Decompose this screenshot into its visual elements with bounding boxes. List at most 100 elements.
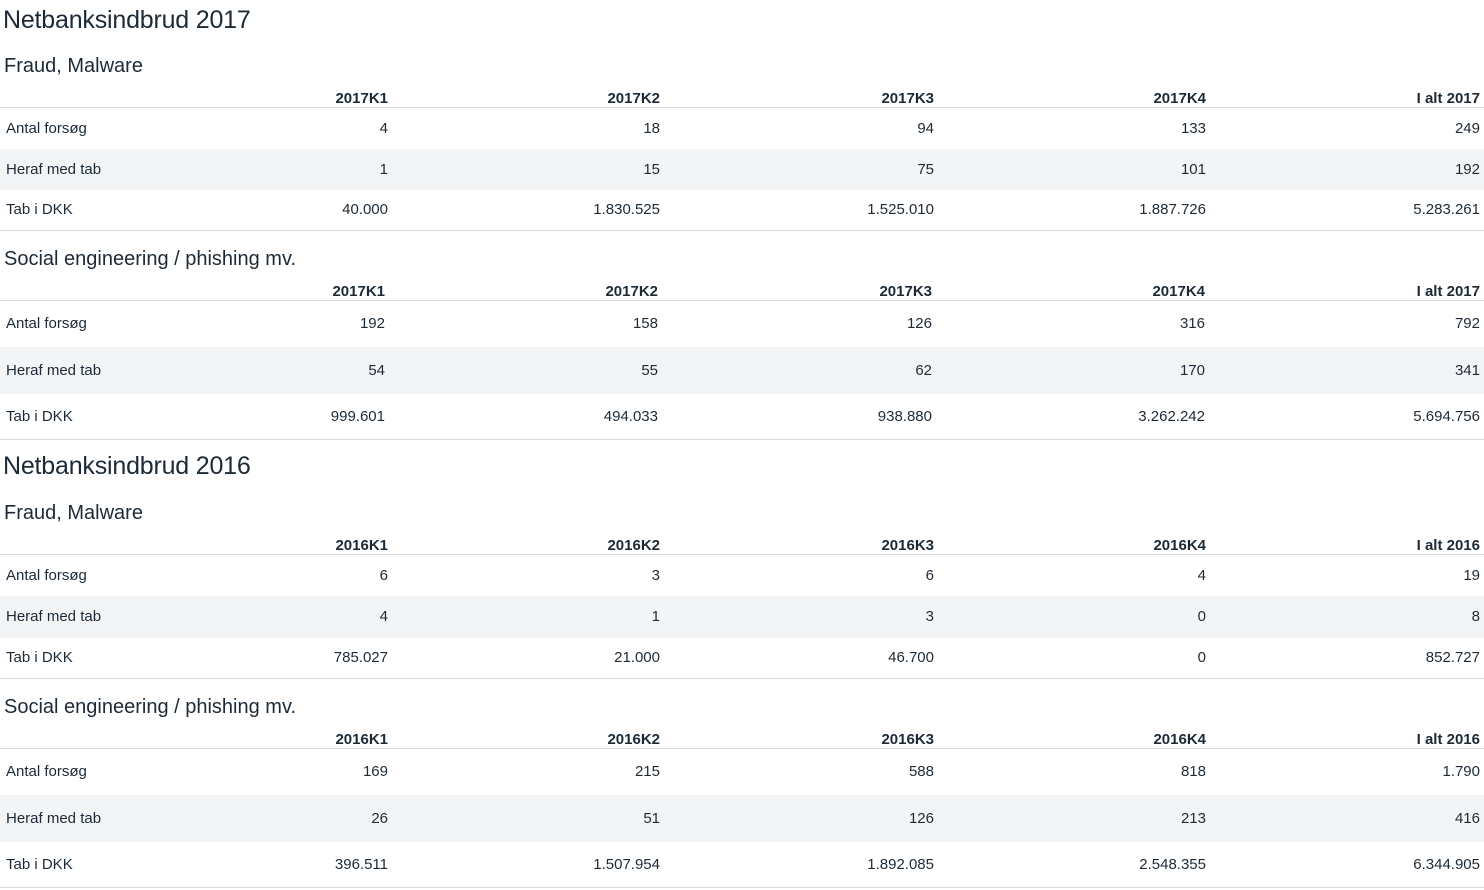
header-corner	[0, 728, 120, 749]
column-header: 2016K1	[120, 728, 392, 749]
table-cell: 213	[938, 794, 1210, 842]
table-cell: 416	[1210, 794, 1484, 842]
table-cell: 999.601	[120, 393, 389, 440]
column-header: I alt 2017	[1210, 87, 1484, 108]
column-header: 2017K3	[662, 280, 936, 301]
row-label: Tab i DKK	[0, 189, 120, 231]
table-cell: 94	[917, 119, 934, 137]
table-cell: 396.511	[120, 841, 392, 888]
table-cell: 3.262.242	[936, 393, 1209, 440]
table-cell: 249	[1454, 119, 1480, 137]
column-header: 2017K4	[936, 280, 1209, 301]
table-cell: 1.507.954	[392, 841, 664, 888]
table-cell: 126	[664, 794, 938, 842]
table-cell: 2.548.355	[938, 841, 1210, 888]
table-cell: 0	[938, 637, 1210, 679]
table-cell: 785.027	[120, 637, 392, 679]
table-cell: 170	[936, 346, 1209, 394]
table-cell: 158	[632, 315, 658, 333]
table-title-social-2016: Social engineering / phishing mv.	[4, 696, 297, 718]
table-header-row: 2017K1 2017K2 2017K3 2017K4 I alt 2017	[0, 87, 1484, 108]
table-cell: 1.790	[1442, 763, 1480, 781]
row-label: Antal forsøg	[6, 763, 87, 781]
table-cell: 3	[651, 566, 660, 584]
header-corner	[0, 280, 120, 301]
table-cell: 62	[662, 346, 936, 394]
column-header: 2016K2	[392, 728, 664, 749]
row-label: Heraf med tab	[0, 794, 120, 842]
table-cell: 101	[938, 148, 1210, 190]
table-cell: 55	[389, 346, 662, 394]
table-cell: 792	[1454, 315, 1480, 333]
column-header: 2017K1	[120, 87, 392, 108]
table-header-row: 2016K1 2016K2 2016K3 2016K4 I alt 2016	[0, 728, 1484, 749]
table-cell: 938.880	[662, 393, 936, 440]
column-header: I alt 2016	[1210, 728, 1484, 749]
table-fraud-2017: 2017K1 2017K2 2017K3 2017K4 I alt 2017 A…	[0, 87, 1484, 231]
header-corner	[0, 87, 120, 108]
table-cell: 5.694.756	[1209, 393, 1484, 440]
column-header: 2016K4	[938, 728, 1210, 749]
table-cell: 40.000	[120, 189, 392, 231]
table-row: Tab i DKK 40.000 1.830.525 1.525.010 1.8…	[0, 189, 1484, 231]
table-cell: 5.283.261	[1210, 189, 1484, 231]
column-header: 2017K3	[664, 87, 938, 108]
table-social-2017: 2017K1 2017K2 2017K3 2017K4 I alt 2017 A…	[0, 280, 1484, 440]
table-cell: 133	[1180, 119, 1206, 137]
row-label: Tab i DKK	[0, 637, 120, 679]
table-cell: 6	[379, 566, 388, 584]
column-header: I alt 2017	[1209, 280, 1484, 301]
table-row: Tab i DKK 396.511 1.507.954 1.892.085 2.…	[0, 841, 1484, 888]
table-row: Antal forsøg 4 18 94 133 249	[0, 108, 1484, 149]
table-cell: 0	[938, 595, 1210, 638]
column-header: 2016K2	[392, 534, 664, 555]
table-cell: 1.892.085	[664, 841, 938, 888]
table-row: Tab i DKK 785.027 21.000 46.700 0 852.72…	[0, 637, 1484, 679]
table-cell: 19	[1463, 566, 1480, 584]
table-cell: 4	[120, 595, 392, 638]
table-cell: 341	[1209, 346, 1484, 394]
row-label: Tab i DKK	[0, 841, 120, 888]
table-cell: 1	[392, 595, 664, 638]
table-cell: 192	[1210, 148, 1484, 190]
column-header: 2017K4	[938, 87, 1210, 108]
section-title-2016: Netbanksindbrud 2016	[3, 452, 251, 480]
table-cell: 18	[643, 119, 660, 137]
row-label: Tab i DKK	[0, 393, 120, 440]
table-title-fraud-2016: Fraud, Malware	[4, 502, 143, 524]
row-label: Heraf med tab	[0, 148, 120, 190]
table-cell: 26	[120, 794, 392, 842]
table-cell: 169	[362, 763, 388, 781]
table-header-row: 2017K1 2017K2 2017K3 2017K4 I alt 2017	[0, 280, 1484, 301]
column-header: 2016K3	[664, 534, 938, 555]
table-cell: 1.525.010	[664, 189, 938, 231]
row-label: Antal forsøg	[6, 315, 87, 333]
table-cell: 1.887.726	[938, 189, 1210, 231]
table-cell: 588	[908, 763, 934, 781]
table-cell: 51	[392, 794, 664, 842]
table-cell: 126	[906, 315, 932, 333]
table-cell: 818	[1180, 763, 1206, 781]
column-header: 2017K2	[389, 280, 662, 301]
table-cell: 6.344.905	[1210, 841, 1484, 888]
table-cell: 3	[664, 595, 938, 638]
table-header-row: 2016K1 2016K2 2016K3 2016K4 I alt 2016	[0, 534, 1484, 555]
table-cell: 1.830.525	[392, 189, 664, 231]
table-row: Tab i DKK 999.601 494.033 938.880 3.262.…	[0, 393, 1484, 440]
column-header: 2016K3	[664, 728, 938, 749]
table-cell: 4	[1197, 566, 1206, 584]
section-title-2017: Netbanksindbrud 2017	[3, 6, 251, 34]
table-cell: 192	[359, 315, 385, 333]
table-cell: 46.700	[664, 637, 938, 679]
table-cell: 852.727	[1210, 637, 1484, 679]
table-cell: 75	[664, 148, 938, 190]
table-row: Heraf med tab 26 51 126 213 416	[0, 794, 1484, 842]
column-header: 2017K2	[392, 87, 664, 108]
table-row: Antal forsøg 169 215 588 818 1.790	[0, 749, 1484, 795]
table-cell: 4	[379, 119, 388, 137]
column-header: I alt 2016	[1210, 534, 1484, 555]
table-social-2016: 2016K1 2016K2 2016K3 2016K4 I alt 2016 A…	[0, 728, 1484, 888]
table-cell: 1	[120, 148, 392, 190]
column-header: 2017K1	[120, 280, 389, 301]
column-header: 2016K1	[120, 534, 392, 555]
